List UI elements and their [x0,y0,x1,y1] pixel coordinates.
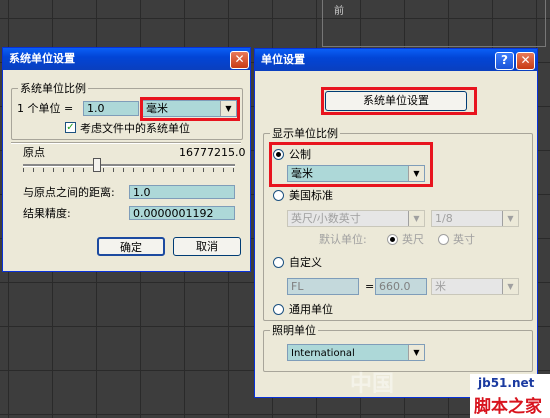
separator [11,142,241,144]
inches-radio[interactable] [438,234,449,245]
precision-field: 0.0000001192 [129,206,235,220]
us-standard-select[interactable]: 英尺/小数英寸 ▼ [287,210,425,227]
us-standard-select-value: 英尺/小数英寸 [291,212,361,225]
origin-label: 原点 [23,146,45,159]
chevron-down-icon[interactable]: ▼ [502,211,518,226]
precision-label: 结果精度: [23,207,71,220]
dialog-title-text: 单位设置 [261,53,305,66]
custom-equals: = [365,280,375,293]
distance-label: 与原点之间的距离: [23,186,115,199]
feet-label: 英尺 [402,233,424,246]
us-fraction-select[interactable]: 1/8 ▼ [431,210,519,227]
lighting-select[interactable]: International ▼ [287,344,425,361]
generic-units-label: 通用单位 [289,303,333,316]
cancel-button[interactable]: 取消 [173,237,241,256]
lighting-group-label: 照明单位 [270,324,318,337]
scale-group-label: 系统单位比例 [18,82,88,95]
feet-radio[interactable] [387,234,398,245]
origin-value: 16777215.0 [179,146,246,159]
ok-button[interactable]: 确定 [97,237,165,256]
origin-slider-thumb[interactable] [93,158,101,172]
watermark-logo: 中国 [350,360,450,416]
default-unit-label: 默认单位: [319,233,367,246]
system-unit-dialog: 系统单位设置 ✕ 系统单位比例 1 个单位 = 1.0 毫米 ▼ ✓ 考虑文件中… [2,47,251,272]
origin-slider-ticks [23,168,235,172]
chevron-down-icon[interactable]: ▼ [408,211,424,226]
watermark-brand: jb51.net 脚本之家 [470,374,550,418]
viewport-label: 前 [334,6,344,17]
custom-unit-select-value: 米 [435,280,446,293]
us-fraction-select-value: 1/8 [435,212,453,225]
highlight-box [140,97,240,121]
custom-label: 自定义 [289,256,322,269]
custom-name-field[interactable]: FL [287,278,359,295]
lighting-select-value: International [291,348,355,359]
inches-label: 英寸 [453,233,475,246]
one-unit-label: 1 个单位 = [17,102,74,115]
us-standard-radio[interactable] [273,190,284,201]
watermark-site: jb51.net [478,376,535,390]
dialog-title-text: 系统单位设置 [9,52,75,65]
units-setup-dialog: 单位设置 ? ✕ 系统单位设置 显示单位比例 公制 毫米 ▼ 美国标准 英尺/小… [254,48,538,398]
viewport-frame [322,0,546,47]
close-button[interactable]: ✕ [516,52,535,70]
highlight-box [321,87,477,115]
watermark-brand-text: 脚本之家 [474,397,542,417]
help-button[interactable]: ? [495,52,514,70]
distance-field[interactable]: 1.0 [129,185,235,199]
display-scale-group-label: 显示单位比例 [270,127,340,140]
unit-value-field[interactable]: 1.0 [83,101,139,116]
watermark-left-text: 中国 [350,372,395,397]
close-button[interactable]: ✕ [230,51,249,69]
chevron-down-icon[interactable]: ▼ [408,345,424,360]
origin-slider-track[interactable] [23,164,235,167]
chevron-down-icon[interactable]: ▼ [502,279,518,294]
highlight-box [269,142,433,187]
consider-files-label: 考虑文件中的系统单位 [80,122,190,135]
consider-files-checkbox[interactable]: ✓ [65,122,76,133]
custom-radio[interactable] [273,257,284,268]
us-standard-label: 美国标准 [289,189,333,202]
generic-units-radio[interactable] [273,304,284,315]
custom-value-field[interactable]: 660.0 [375,278,427,295]
dialog-title: 系统单位设置 [3,48,250,70]
custom-unit-select[interactable]: 米 ▼ [431,278,519,295]
